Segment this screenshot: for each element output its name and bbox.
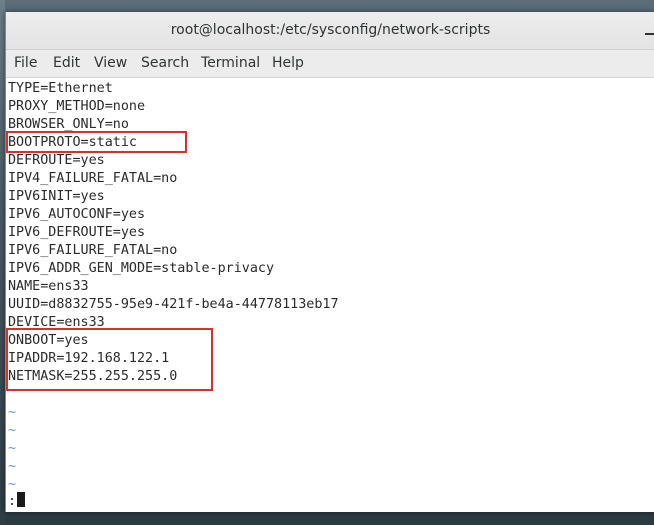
empty-line-marker: ~ [8, 405, 17, 420]
menu-view[interactable]: View [94, 55, 127, 71]
empty-line-marker: ~ [8, 441, 17, 456]
config-line-ipaddr: IPADDR=192.168.122.1 [8, 351, 170, 366]
menu-search[interactable]: Search [141, 55, 189, 71]
config-line-proxy-method: PROXY_METHOD=none [8, 99, 146, 114]
config-line-defroute: DEFROUTE=yes [8, 153, 105, 168]
empty-line-marker: ~ [8, 459, 17, 474]
window-title: root@localhost:/etc/sysconfig/network-sc… [170, 22, 491, 38]
config-line-netmask: NETMASK=255.255.255.0 [8, 369, 178, 384]
menu-edit[interactable]: Edit [53, 55, 80, 71]
config-line-ipv6-defroute: IPV6_DEFROUTE=yes [8, 225, 146, 240]
title-bar[interactable]: root@localhost:/etc/sysconfig/network-sc… [6, 12, 654, 50]
config-line-browser-only: BROWSER_ONLY=no [8, 117, 129, 132]
config-line-name: NAME=ens33 [8, 279, 89, 294]
terminal-area[interactable]: TYPE=Ethernet PROXY_METHOD=none BROWSER_… [6, 78, 654, 512]
config-line-bootproto: BOOTPROTO=static [8, 135, 137, 150]
config-line-ipv6-failure-fatal: IPV6_FAILURE_FATAL=no [8, 243, 178, 258]
config-line-type: TYPE=Ethernet [8, 81, 113, 96]
command-line[interactable]: : [8, 492, 26, 510]
menu-terminal[interactable]: Terminal [201, 55, 260, 71]
config-line-ipv6init: IPV6INIT=yes [8, 189, 105, 204]
menu-file[interactable]: File [14, 55, 37, 71]
config-line-ipv6-addr-gen-mode: IPV6_ADDR_GEN_MODE=stable-privacy [8, 261, 275, 276]
empty-line-marker: ~ [8, 423, 17, 438]
command-prompt: : [8, 494, 17, 509]
config-line-onboot: ONBOOT=yes [8, 333, 89, 348]
menu-bar: File Edit View Search Terminal Help [6, 50, 654, 78]
text-cursor [17, 492, 26, 507]
minimize-icon[interactable] [641, 25, 654, 37]
terminal-window[interactable]: root@localhost:/etc/sysconfig/network-sc… [5, 12, 654, 512]
config-line-uuid: UUID=d8832755-95e9-421f-be4a-44778113eb1… [8, 297, 339, 312]
menu-help[interactable]: Help [272, 55, 304, 71]
config-line-device: DEVICE=ens33 [8, 315, 105, 330]
config-line-ipv6-autoconf: IPV6_AUTOCONF=yes [8, 207, 146, 222]
config-line-ipv4-failure-fatal: IPV4_FAILURE_FATAL=no [8, 171, 178, 186]
